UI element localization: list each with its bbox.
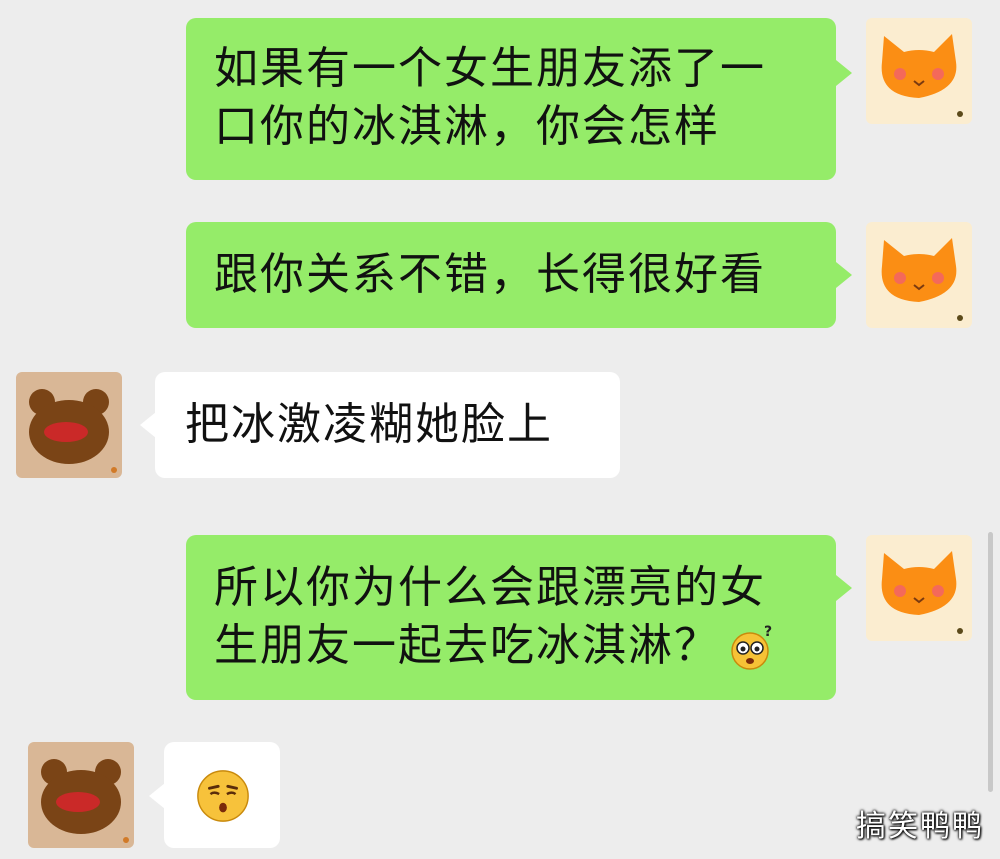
cat-avatar[interactable] [866, 535, 972, 641]
message-text-line: 如果有一个女生朋友添了一 [214, 43, 766, 94]
bubble-tail [836, 575, 852, 601]
cat-icon [881, 238, 963, 321]
bear-avatar[interactable] [28, 742, 134, 848]
cat-avatar[interactable] [866, 222, 972, 328]
bubble-tail [836, 60, 852, 86]
message-text: 把冰激凌糊她脸上 [185, 399, 553, 450]
bear-avatar[interactable] [16, 372, 122, 478]
message-bubble[interactable]: 所以你为什么会跟漂亮的女 生朋友一起去吃冰淇淋？ ? [186, 535, 836, 700]
bear-icon [41, 759, 129, 843]
watermark: 搞笑鸭鸭 [856, 809, 984, 844]
cat-avatar[interactable] [866, 18, 972, 124]
cat-icon [881, 34, 963, 117]
bubble-tail [140, 412, 156, 438]
message-text: 跟你关系不错，长得很好看 [214, 249, 766, 300]
message-bubble[interactable] [164, 742, 280, 848]
confused-face-icon: ? [731, 624, 774, 670]
message-text-line: 口你的冰淇淋，你会怎样 [214, 101, 720, 152]
bubble-tail [149, 783, 165, 809]
message-text-line: 生朋友一起去吃冰淇淋？ ? [214, 617, 808, 675]
scrollbar[interactable] [988, 532, 993, 792]
bear-icon [29, 389, 117, 473]
cat-icon [881, 551, 963, 634]
message-text-line: 所以你为什么会跟漂亮的女 [214, 562, 766, 613]
message-bubble[interactable]: 如果有一个女生朋友添了一 口你的冰淇淋，你会怎样 [186, 18, 836, 180]
svg-text:?: ? [764, 624, 774, 640]
pouting-face-icon [197, 770, 249, 822]
message-text-fragment: 生朋友一起去吃冰淇淋？ [214, 620, 720, 671]
message-bubble[interactable]: 跟你关系不错，长得很好看 [186, 222, 836, 328]
bubble-tail [836, 262, 852, 288]
message-bubble[interactable]: 把冰激凌糊她脸上 [155, 372, 620, 478]
